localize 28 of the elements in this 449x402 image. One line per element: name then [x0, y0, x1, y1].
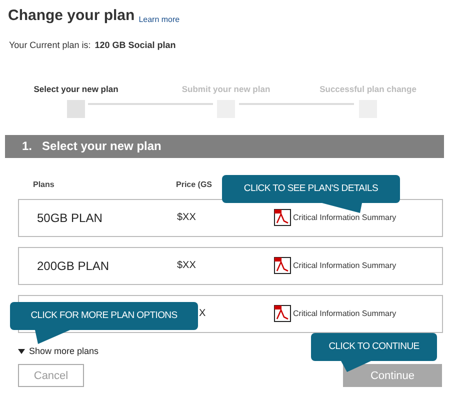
show-more-button[interactable]: Show more plans [18, 344, 99, 358]
plan-price: X [199, 308, 206, 320]
page-title: Change your plan [8, 6, 135, 26]
learn-more-link[interactable]: Learn more [138, 14, 180, 28]
step-label: Successful plan change [320, 83, 416, 96]
current-plan-value: 120 GB Social plan [94, 38, 176, 52]
summary-link[interactable]: Critical Information Summary [293, 260, 396, 272]
pdf-icon [274, 209, 291, 226]
plan-price: $XX [177, 260, 196, 272]
column-header: Price (GS [176, 178, 212, 191]
column-header: Plans [33, 178, 56, 191]
plan-name: 200GB PLAN [37, 258, 110, 273]
pdf-icon [274, 305, 291, 322]
plan-row[interactable]: 200GB PLAN $XX Critical Information Summary [18, 246, 443, 285]
step-marker [67, 100, 85, 118]
callout-tail [322, 203, 362, 213]
current-plan-label: Your Current plan is: [9, 38, 91, 52]
plan-name: 50GB PLAN [37, 210, 102, 225]
step-label: Select your new plan [34, 83, 118, 96]
step-label: Submit your new plan [182, 83, 270, 96]
pdf-icon [274, 257, 291, 274]
callout-tail [35, 330, 70, 344]
caret-icon [18, 349, 25, 354]
summary-link[interactable]: Critical Information Summary [293, 308, 396, 320]
summary-link[interactable]: Critical Information Summary [293, 212, 396, 224]
section-title: 1. Select your new plan [22, 138, 162, 156]
plan-price: $XX [177, 212, 196, 224]
callout-tail [341, 361, 371, 372]
